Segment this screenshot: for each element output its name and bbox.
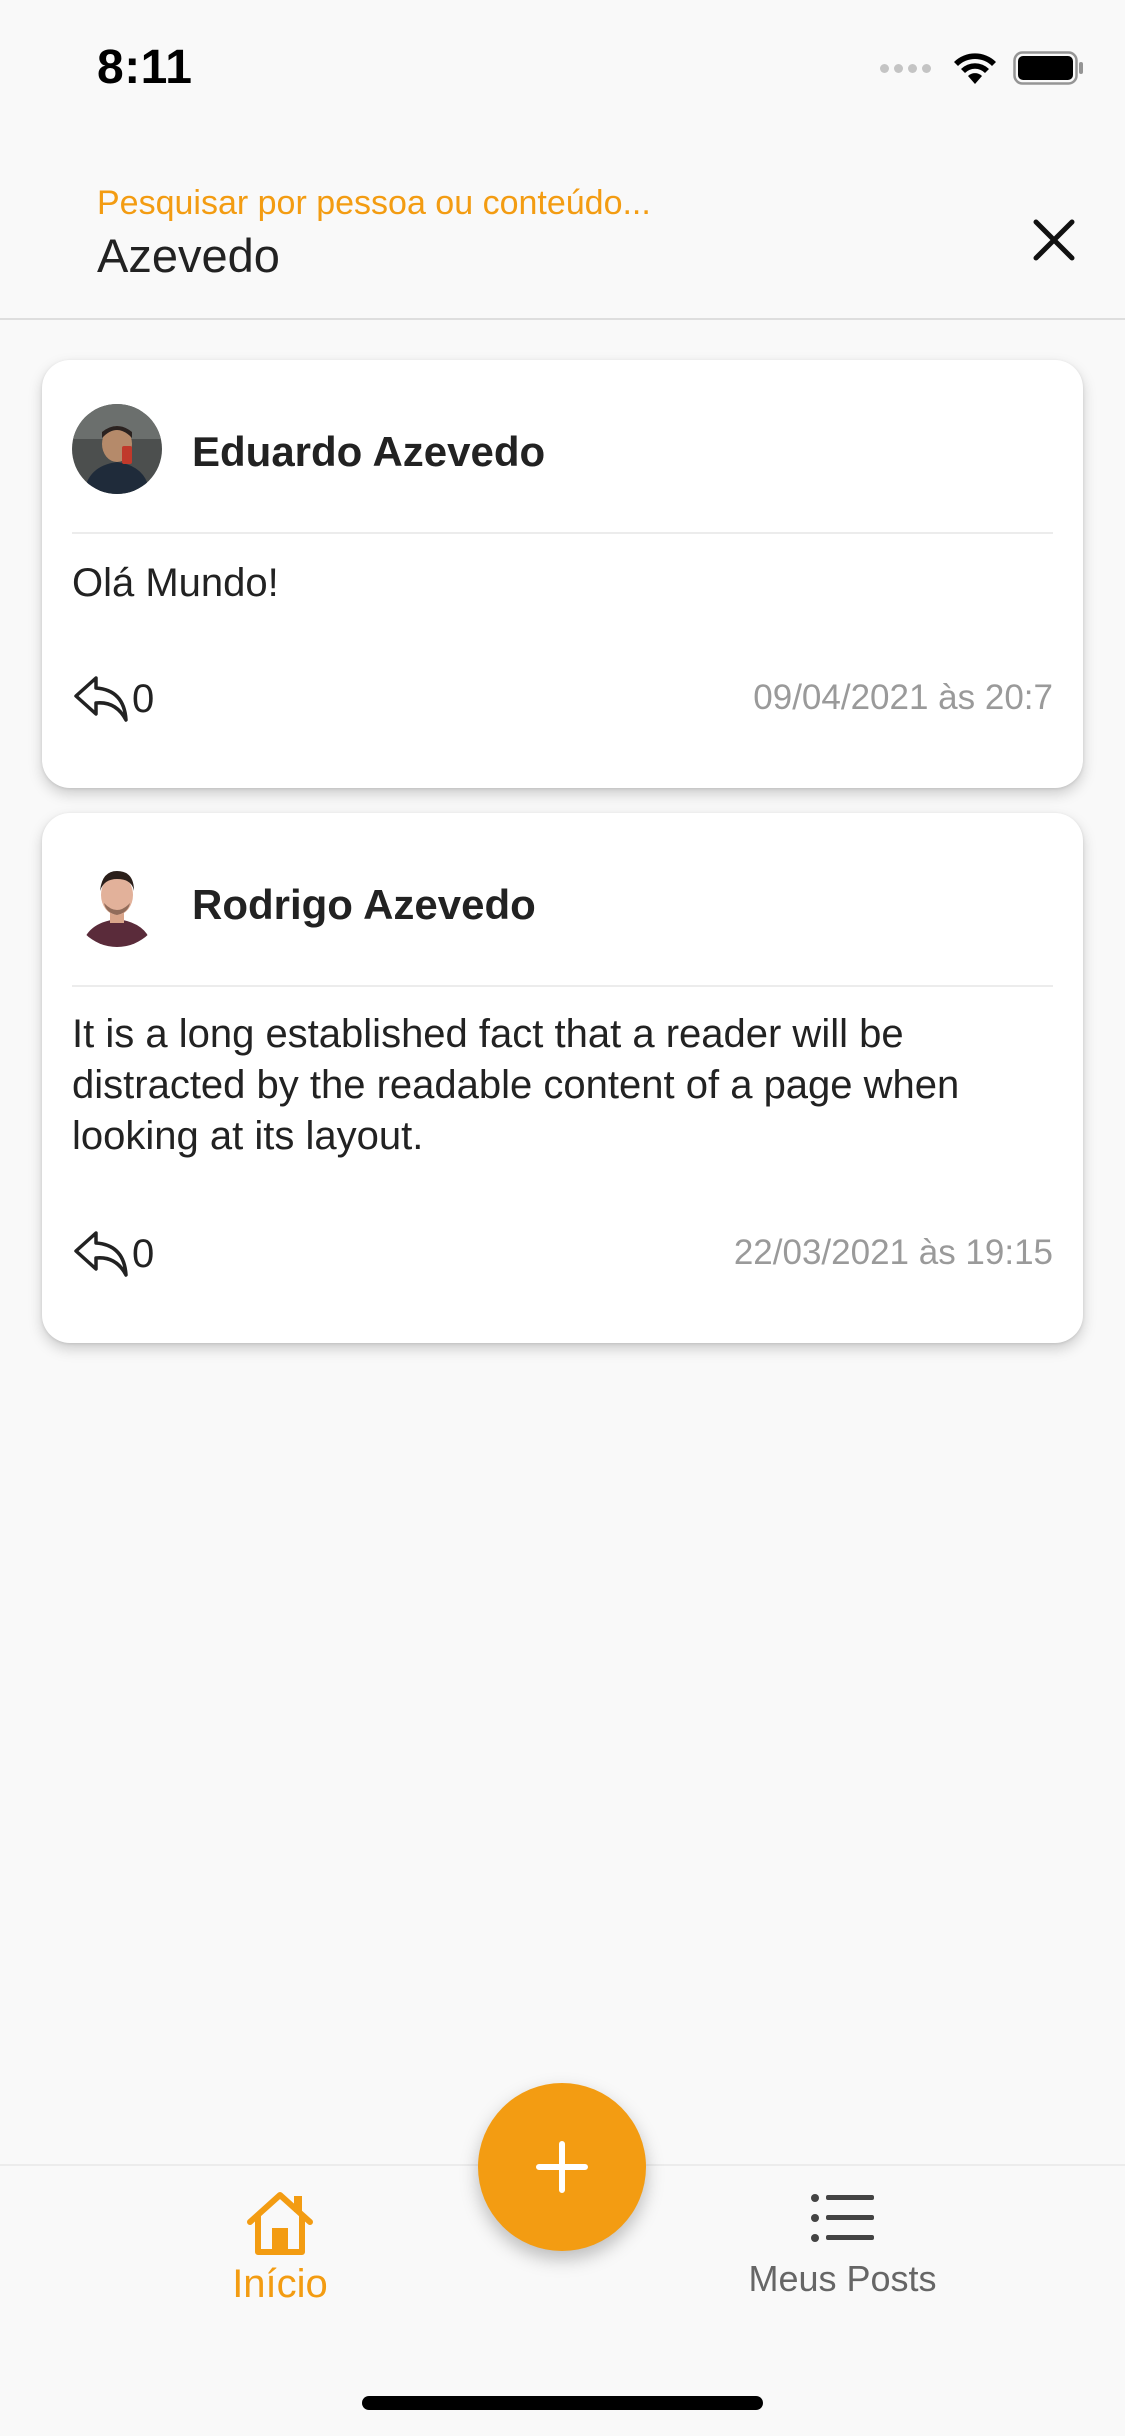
home-icon: [247, 2192, 313, 2255]
post-header: Rodrigo Azevedo: [42, 813, 1083, 987]
nav-my-posts[interactable]: Meus Posts: [720, 2192, 965, 2300]
list-icon: [810, 2194, 874, 2242]
avatar[interactable]: [72, 857, 162, 947]
post-header: Eduardo Azevedo: [42, 360, 1083, 534]
divider: [72, 985, 1053, 987]
new-post-button[interactable]: [478, 2083, 646, 2251]
nav-home[interactable]: Início: [180, 2190, 380, 2307]
reply-button[interactable]: 0: [72, 674, 154, 724]
clear-search-button[interactable]: [1024, 210, 1084, 270]
search-header: Pesquisar por pessoa ou conteúdo...: [0, 160, 1125, 320]
reply-button[interactable]: 0: [72, 1229, 154, 1279]
reply-icon: [74, 1231, 128, 1277]
reply-count: 0: [132, 1231, 155, 1276]
reply-icon: [74, 676, 128, 722]
battery-icon: [1013, 51, 1083, 85]
post-date: 22/03/2021 às 19:15: [733, 1233, 1053, 1272]
post-author[interactable]: Eduardo Azevedo: [192, 428, 545, 476]
search-label: Pesquisar por pessoa ou conteúdo...: [97, 184, 651, 222]
status-time: 8:11: [97, 41, 193, 94]
post-text: It is a long established fact that a rea…: [72, 1012, 960, 1158]
status-bar: 8:11: [0, 0, 1125, 132]
post-author[interactable]: Rodrigo Azevedo: [192, 881, 536, 929]
post-card[interactable]: Rodrigo Azevedo It is a long established…: [42, 813, 1083, 1343]
nav-home-label: Início: [232, 2262, 328, 2306]
reply-count: 0: [132, 676, 155, 721]
screen: 8:11 Pesquisar por pessoa ou conteúdo...: [0, 0, 1125, 2436]
search-input[interactable]: [97, 228, 977, 283]
wifi-icon: [954, 53, 996, 84]
plus-icon: [536, 2141, 588, 2193]
post-card[interactable]: Eduardo Azevedo Olá Mundo! 0 09/04/2021 …: [42, 360, 1083, 788]
close-icon: [1033, 219, 1075, 261]
nav-my-posts-label: Meus Posts: [748, 2258, 937, 2299]
signal-icon: [880, 63, 931, 73]
avatar[interactable]: [72, 404, 162, 494]
home-indicator: [362, 2396, 763, 2410]
post-date: 09/04/2021 às 20:7: [753, 678, 1053, 717]
post-text: Olá Mundo!: [72, 561, 279, 605]
divider: [72, 532, 1053, 534]
status-icons: [880, 48, 1085, 88]
